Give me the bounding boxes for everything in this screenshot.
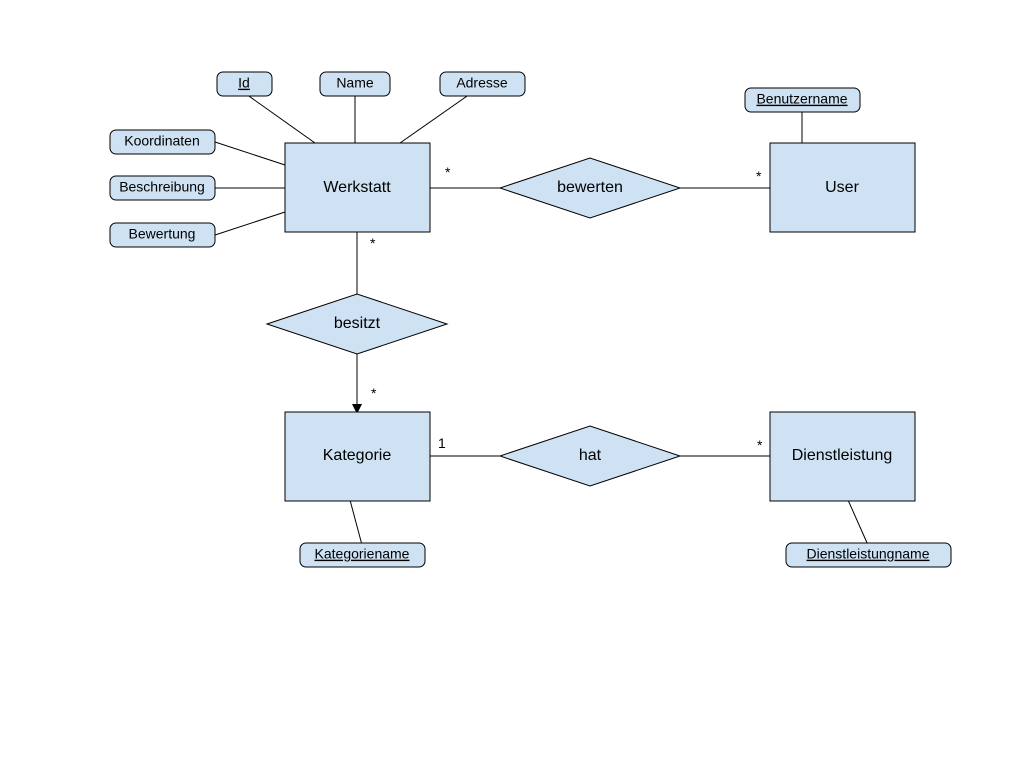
attribute-benutzername: Benutzername (745, 88, 860, 112)
card-kategorie-hat: 1 (438, 435, 446, 451)
edge-dienstleistungname-dienstleistung (848, 500, 868, 545)
edge-kategoriename-kategorie (350, 500, 362, 545)
attribute-name-label: Name (336, 75, 374, 91)
relationship-hat-label: hat (579, 447, 602, 464)
attribute-koordinaten: Koordinaten (110, 130, 215, 154)
attribute-adresse-label: Adresse (456, 75, 508, 91)
attribute-name: Name (320, 72, 390, 96)
attribute-benutzername-label: Benutzername (756, 91, 847, 107)
entity-user-label: User (825, 179, 859, 196)
attribute-dienstleistungname: Dienstleistungname (786, 543, 951, 567)
entity-werkstatt-label: Werkstatt (323, 179, 391, 196)
attribute-kategoriename-label: Kategoriename (315, 546, 410, 562)
card-dienstleistung-hat: * (757, 437, 763, 453)
relationship-bewerten-label: bewerten (557, 179, 623, 196)
relationship-besitzt-label: besitzt (334, 315, 381, 332)
attribute-bewertung-label: Bewertung (129, 226, 196, 242)
attribute-koordinaten-label: Koordinaten (124, 133, 200, 149)
edge-bewertung-werkstatt (215, 212, 285, 235)
card-werkstatt-besitzt: * (370, 235, 376, 251)
attribute-bewertung: Bewertung (110, 223, 215, 247)
card-kategorie-besitzt: * (371, 385, 377, 401)
relationship-besitzt: besitzt (267, 294, 447, 354)
relationship-bewerten: bewerten (500, 158, 680, 218)
entity-kategorie-label: Kategorie (323, 447, 392, 464)
edge-adresse-werkstatt (400, 94, 470, 143)
card-user-bewerten: * (756, 168, 762, 184)
attribute-beschreibung-label: Beschreibung (119, 179, 205, 195)
edge-koordinaten-werkstatt (215, 142, 285, 165)
attribute-id-label: Id (238, 75, 250, 91)
entity-dienstleistung: Dienstleistung (770, 412, 915, 501)
entity-kategorie: Kategorie (285, 412, 430, 501)
attribute-dienstleistungname-label: Dienstleistungname (807, 546, 930, 562)
attribute-kategoriename: Kategoriename (300, 543, 425, 567)
relationship-hat: hat (500, 426, 680, 486)
edge-id-werkstatt (246, 94, 315, 143)
entity-werkstatt: Werkstatt (285, 143, 430, 232)
card-werkstatt-bewerten: * (445, 164, 451, 180)
attribute-id: Id (217, 72, 272, 96)
attribute-adresse: Adresse (440, 72, 525, 96)
attribute-beschreibung: Beschreibung (110, 176, 215, 200)
entity-dienstleistung-label: Dienstleistung (792, 447, 893, 464)
entity-user: User (770, 143, 915, 232)
